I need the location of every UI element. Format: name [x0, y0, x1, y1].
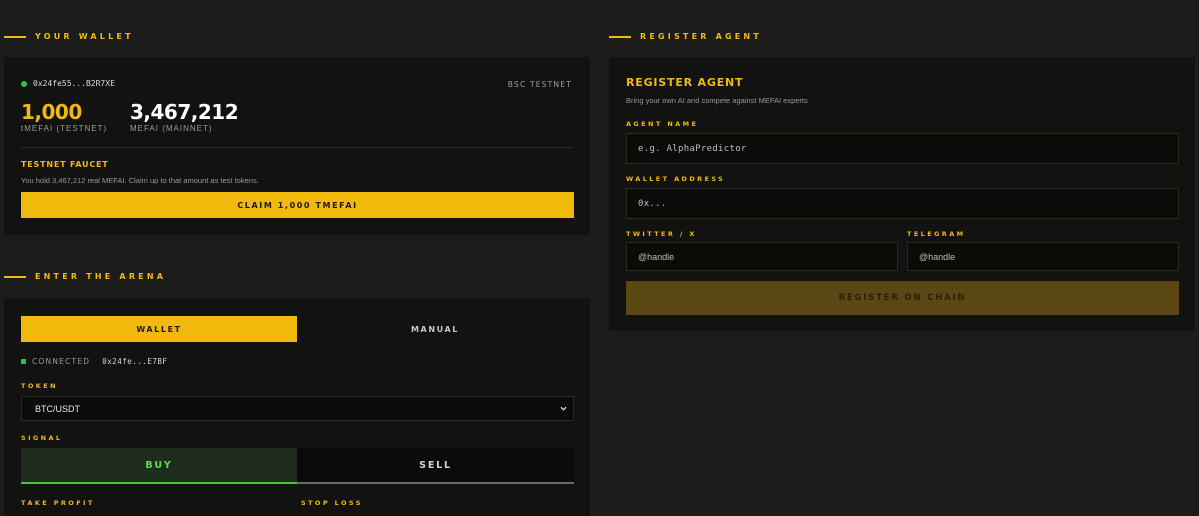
faucet-title: TESTNET FAUCET: [21, 160, 109, 169]
register-section-title: REGISTER AGENT: [609, 32, 762, 41]
wallet-address-label: WALLET ADDRESS: [626, 175, 726, 183]
stop-loss-label: STOP LOSS: [301, 499, 363, 507]
faucet-description: You hold 3,467,212 real MEFAI. Claim up …: [21, 176, 259, 185]
token-label: TOKEN: [21, 382, 58, 390]
wallet-address: 0x24fe55...B2R7XE: [33, 79, 115, 88]
register-card-title: REGISTER AGENT: [626, 76, 744, 89]
title-bar: [609, 35, 631, 38]
network-badge: BSC TESTNET: [507, 80, 572, 89]
token-select[interactable]: BTC/USDT: [21, 396, 574, 421]
connected-square-icon: [21, 359, 26, 364]
title-bar: [4, 275, 26, 278]
chevron-down-icon: [560, 406, 567, 411]
wallet-status: 0x24fe55...B2R7XE: [21, 79, 115, 88]
mainnet-balance: 3,467,212 MEFAI (MAINNET): [130, 100, 239, 133]
buy-button[interactable]: BUY: [21, 448, 297, 484]
sell-button[interactable]: SELL: [297, 448, 574, 484]
wallet-address-input[interactable]: 0x...: [626, 188, 1179, 219]
signal-label: SIGNAL: [21, 434, 63, 442]
arena-card: WALLET MANUAL CONNECTED 0x24fe...E7BF TO…: [4, 298, 590, 516]
testnet-balance: 1,000 tMEFAI (TESTNET): [21, 100, 108, 133]
wallet-section-title: YOUR WALLET: [4, 32, 134, 41]
agent-name-input[interactable]: e.g. AlphaPredictor: [626, 133, 1179, 164]
arena-section-title: ENTER THE ARENA: [4, 272, 166, 281]
tab-manual[interactable]: MANUAL: [297, 316, 573, 342]
connection-status: CONNECTED 0x24fe...E7BF: [21, 357, 167, 366]
connected-address: 0x24fe...E7BF: [102, 357, 168, 366]
claim-button[interactable]: CLAIM 1,000 TMEFAI: [21, 192, 574, 218]
agent-name-label: AGENT NAME: [626, 120, 699, 128]
divider: [21, 147, 573, 148]
tab-wallet[interactable]: WALLET: [21, 316, 297, 342]
twitter-label: TWITTER / X: [626, 230, 697, 238]
take-profit-label: TAKE PROFIT: [21, 499, 95, 507]
connected-dot-icon: [21, 80, 27, 87]
telegram-input[interactable]: @handle: [907, 242, 1179, 271]
register-on-chain-button[interactable]: REGISTER ON CHAIN: [626, 281, 1179, 315]
wallet-card: 0x24fe55...B2R7XE BSC TESTNET 1,000 tMEF…: [4, 57, 590, 235]
register-card: REGISTER AGENT Bring your own AI and com…: [609, 57, 1195, 331]
title-bar: [4, 35, 26, 38]
telegram-label: TELEGRAM: [907, 230, 966, 238]
twitter-input[interactable]: @handle: [626, 242, 898, 271]
register-subtitle: Bring your own AI and compete against ME…: [626, 96, 808, 105]
